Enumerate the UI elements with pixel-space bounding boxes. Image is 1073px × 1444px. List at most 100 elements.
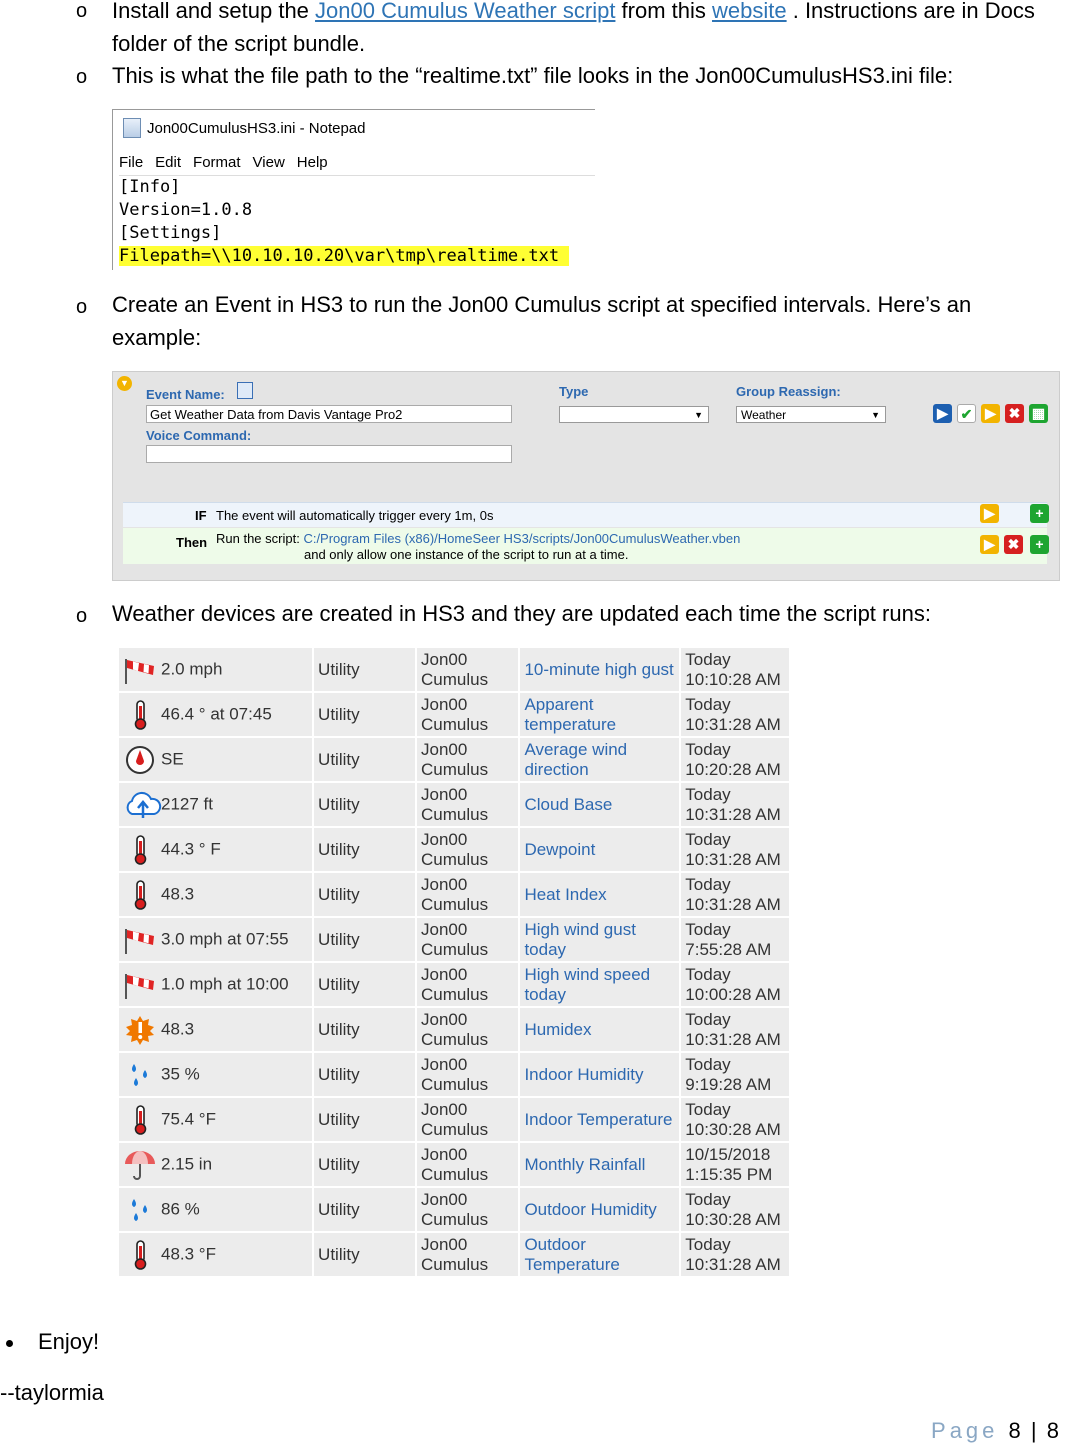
- device-name-link[interactable]: 10-minute high gust: [518, 646, 682, 693]
- menu-help[interactable]: Help: [297, 154, 328, 171]
- action-row: Then Run the script: C:/Program Files (x…: [123, 528, 1049, 564]
- copy-button[interactable]: ▦: [1029, 404, 1048, 423]
- device-value: SE: [161, 748, 184, 768]
- trigger-edit-button[interactable]: ▶: [980, 504, 999, 523]
- device-value: 2.0 mph: [161, 658, 223, 678]
- device-row: 35 % Utility Jon00 Cumulus Indoor Humidity To…: [116, 1051, 791, 1098]
- save-check-button[interactable]: ✔: [957, 404, 976, 423]
- device-value: 2127 ft: [161, 793, 213, 813]
- device-location2: Jon00 Cumulus: [414, 736, 521, 783]
- action-prefix: Run the script:: [216, 531, 304, 546]
- menu-file[interactable]: File: [119, 154, 143, 171]
- device-last-change: Today 10:31:28 AM: [679, 871, 791, 918]
- device-name-link[interactable]: Average wind direction: [518, 736, 682, 783]
- collapse-toggle-icon[interactable]: ▼: [117, 376, 132, 391]
- device-name-link[interactable]: Humidex: [518, 1006, 682, 1053]
- device-last-change: Today 10:31:28 AM: [679, 1006, 791, 1053]
- run-event-button[interactable]: ▶: [933, 404, 952, 423]
- device-row: 48.3 Utility Jon00 Cumulus Heat Index Today 10…: [116, 871, 791, 918]
- notepad-file-name: Jon00CumulusHS3.ini: [147, 119, 296, 137]
- group-select-value: Weather: [741, 408, 787, 422]
- thermometer-icon: [123, 1104, 157, 1135]
- notepad-menu-bar: File Edit Format View Help: [119, 154, 328, 171]
- device-date: Today: [685, 1009, 731, 1029]
- script-link[interactable]: Jon00 Cumulus Weather script: [315, 0, 615, 23]
- ini-line: [Settings]: [119, 223, 222, 243]
- device-date: Today: [685, 649, 731, 669]
- menu-edit[interactable]: Edit: [155, 154, 181, 171]
- chevron-down-icon: ▼: [871, 410, 880, 420]
- chevron-down-icon: ▼: [694, 410, 703, 420]
- voice-command-input[interactable]: [146, 445, 512, 463]
- step-1-text: Install and setup the Jon00 Cumulus Weat…: [112, 0, 1072, 60]
- device-name-link[interactable]: Heat Index: [518, 871, 682, 918]
- device-location2-line1: Jon00: [420, 1234, 468, 1254]
- device-name-link[interactable]: Apparent temperature: [518, 691, 682, 738]
- bullet-3: o: [76, 296, 88, 318]
- device-location: Utility: [312, 961, 417, 1008]
- device-date: 10/15/2018: [685, 1144, 771, 1164]
- device-last-change: Today 10:31:28 AM: [679, 781, 791, 828]
- type-select[interactable]: ▼: [559, 406, 709, 423]
- device-row: 3.0 mph at 07:55 Utility Jon00 Cumulus High …: [116, 916, 791, 963]
- device-name-link[interactable]: Monthly Rainfall: [518, 1141, 682, 1188]
- device-location2: Jon00 Cumulus: [414, 961, 521, 1008]
- device-name-link[interactable]: Outdoor Temperature: [518, 1231, 682, 1278]
- action-delete-button[interactable]: ✖: [1004, 535, 1023, 554]
- device-time: 9:19:28 AM: [685, 1074, 772, 1094]
- play-button[interactable]: ▶: [981, 404, 1000, 423]
- compass-icon: [123, 745, 157, 775]
- device-status-cell: 44.3 ° F: [116, 826, 315, 873]
- edit-notes-icon[interactable]: [237, 382, 253, 399]
- device-name-link[interactable]: Dewpoint: [518, 826, 682, 873]
- website-link[interactable]: website: [712, 0, 787, 23]
- device-name-link[interactable]: High wind gust today: [518, 916, 682, 963]
- device-date: Today: [685, 694, 731, 714]
- device-value: 86 %: [161, 1198, 200, 1218]
- device-time: 10:31:28 AM: [685, 804, 781, 824]
- step-3-line2: example:: [112, 325, 202, 350]
- device-date: Today: [685, 829, 731, 849]
- device-location: Utility: [312, 691, 417, 738]
- add-action-button[interactable]: +: [1030, 535, 1049, 554]
- device-location2: Jon00 Cumulus: [414, 1051, 521, 1098]
- device-last-change: Today 10:31:28 AM: [679, 691, 791, 738]
- step-1-pre: Install and setup the: [112, 0, 316, 23]
- device-name-link[interactable]: Outdoor Humidity: [518, 1186, 682, 1233]
- type-label: Type: [559, 384, 589, 399]
- device-value: 1.0 mph at 10:00: [161, 973, 289, 993]
- device-status-cell: SE: [116, 736, 315, 783]
- device-row: SE Utility Jon00 Cumulus Average wind direct…: [116, 736, 791, 783]
- device-location2-line2: Cumulus: [420, 759, 489, 779]
- device-date: Today: [685, 784, 731, 804]
- notepad-content[interactable]: [Info] Version=1.0.8 [Settings] Filepath…: [119, 176, 570, 268]
- menu-format[interactable]: Format: [193, 154, 241, 171]
- add-trigger-button[interactable]: +: [1030, 504, 1049, 523]
- device-location2-line1: Jon00: [420, 694, 468, 714]
- device-row: 2127 ft Utility Jon00 Cumulus Cloud Base Toda…: [116, 781, 791, 828]
- device-location: Utility: [312, 1231, 417, 1278]
- event-name-input[interactable]: Get Weather Data from Davis Vantage Pro2: [146, 405, 512, 423]
- action-edit-button[interactable]: ▶: [980, 535, 999, 554]
- bullet-1: o: [76, 0, 88, 22]
- device-location2: Jon00 Cumulus: [414, 826, 521, 873]
- notepad-window: Jon00CumulusHS3.ini - Notepad File Edit …: [112, 109, 595, 270]
- device-time: 10:30:28 AM: [685, 1119, 781, 1139]
- delete-button[interactable]: ✖: [1005, 404, 1024, 423]
- device-date: Today: [685, 1189, 731, 1209]
- device-name-link[interactable]: High wind speed today: [518, 961, 682, 1008]
- ini-line: [Info]: [119, 177, 181, 197]
- device-last-change: Today 10:30:28 AM: [679, 1186, 791, 1233]
- group-reassign-select[interactable]: Weather ▼: [736, 406, 886, 423]
- event-name-label: Event Name:: [146, 387, 225, 402]
- device-location2-line1: Jon00: [420, 964, 468, 984]
- device-name-link[interactable]: Indoor Humidity: [518, 1051, 682, 1098]
- step-3-line1: Create an Event in HS3 to run the Jon00 …: [112, 292, 972, 317]
- thermometer-icon: [123, 699, 157, 730]
- device-status-cell: 2.15 in: [116, 1141, 315, 1188]
- device-name-link[interactable]: Indoor Temperature: [518, 1096, 682, 1143]
- menu-view[interactable]: View: [253, 154, 285, 171]
- step-1-post: . Instructions are in Docs: [786, 0, 1035, 23]
- device-name-link[interactable]: Cloud Base: [518, 781, 682, 828]
- device-location2-line1: Jon00: [420, 1009, 468, 1029]
